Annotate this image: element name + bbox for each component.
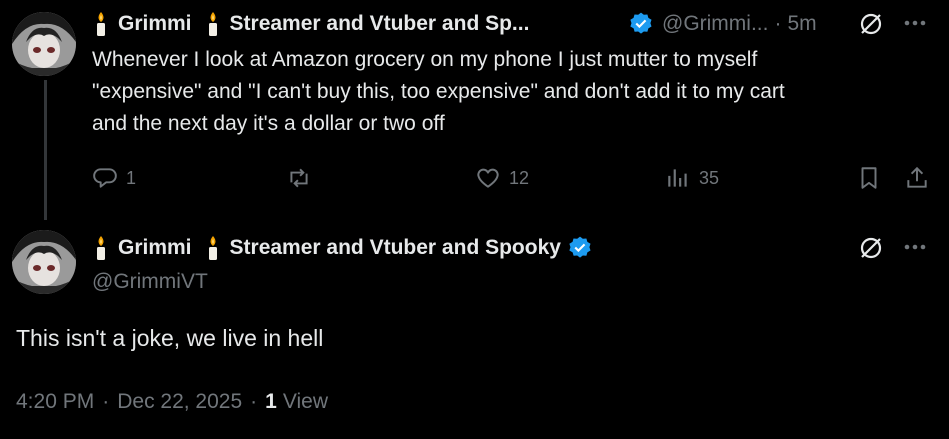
reply-icon <box>93 168 117 188</box>
tweet-time[interactable]: 4:20 PM <box>16 390 94 414</box>
candle-icon <box>97 12 105 36</box>
bookmark-button[interactable] <box>856 165 882 191</box>
main-header: Grimmi Streamer and Vtuber and Spooky <box>92 234 593 262</box>
more-icon[interactable] <box>903 19 927 27</box>
view-label: View <box>282 390 328 413</box>
timestamp[interactable]: 5m <box>787 12 816 36</box>
handle[interactable]: @GrimmiVT <box>92 270 208 294</box>
avatar-image <box>12 12 76 76</box>
reply-text-line: and the next day it's a dollar or two of… <box>92 112 445 135</box>
display-name-suffix[interactable]: Streamer and Vtuber and Spooky <box>230 236 561 260</box>
candle-icon <box>208 12 217 36</box>
like-button[interactable]: 12 <box>475 165 529 191</box>
display-name-suffix[interactable]: Streamer and Vtuber and Sp... <box>230 12 530 36</box>
bookmark-icon <box>861 167 877 189</box>
avatar[interactable] <box>12 230 76 294</box>
verified-badge-icon[interactable] <box>628 11 654 37</box>
views-button[interactable]: 35 <box>665 165 719 191</box>
grok-icon[interactable] <box>858 11 884 37</box>
repost-icon <box>290 168 308 188</box>
display-name[interactable]: Grimmi <box>118 12 192 36</box>
candle-icon <box>97 236 105 260</box>
reply-text-line: Whenever I look at Amazon grocery on my … <box>92 48 758 71</box>
verified-badge-icon[interactable] <box>567 235 593 261</box>
reply-text-line: "expensive" and "I can't buy this, too e… <box>92 80 785 103</box>
view-count: 1 <box>265 390 277 413</box>
share-icon <box>907 166 927 188</box>
avatar-image <box>12 230 76 294</box>
reply-text: Whenever I look at Amazon grocery on my … <box>92 44 932 140</box>
reply-button[interactable]: 1 <box>92 165 136 191</box>
like-icon <box>477 168 499 188</box>
display-name[interactable]: Grimmi <box>118 236 192 260</box>
grok-icon[interactable] <box>858 235 884 261</box>
reply-meta: @Grimmi... · 5m <box>628 10 817 38</box>
reply-count: 1 <box>126 167 137 188</box>
tweet-date[interactable]: Dec 22, 2025 <box>117 390 242 414</box>
reply-header: Grimmi Streamer and Vtuber and Sp... <box>92 10 529 38</box>
like-count: 12 <box>509 167 530 188</box>
repost-button[interactable] <box>286 165 320 191</box>
separator: · <box>250 390 258 413</box>
views-icon <box>668 169 687 187</box>
avatar[interactable] <box>12 12 76 76</box>
handle[interactable]: @Grimmi... <box>662 12 768 36</box>
tweet-meta: 4:20 PM · Dec 22, 2025 · 1 View <box>16 388 328 416</box>
separator: · <box>774 12 782 35</box>
separator: · <box>102 390 110 413</box>
main-handle-row: @GrimmiVT <box>92 268 208 296</box>
views-count: 35 <box>699 167 720 188</box>
tweet-text: This isn't a joke, we live in hell <box>16 325 324 351</box>
candle-icon <box>208 236 217 260</box>
more-icon[interactable] <box>903 243 927 251</box>
share-button[interactable] <box>904 165 930 191</box>
thread-line <box>44 80 47 220</box>
